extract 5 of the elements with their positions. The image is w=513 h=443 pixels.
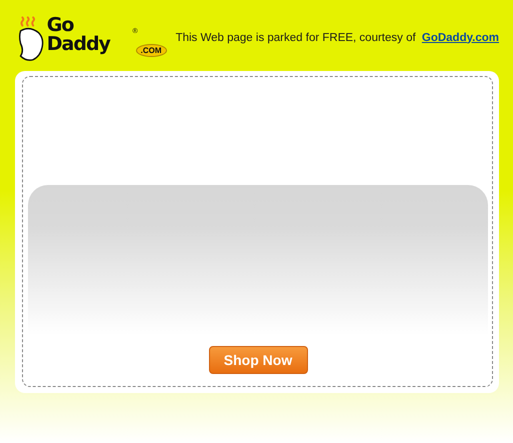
mascot-icon (17, 14, 46, 64)
logo-wordmark: Go Daddy (46, 16, 112, 54)
godaddy-link[interactable]: GoDaddy.com (422, 32, 499, 44)
logo-suffix: .COM (136, 44, 167, 56)
parked-message: This Web page is parked for FREE, courtesy of (176, 32, 416, 44)
